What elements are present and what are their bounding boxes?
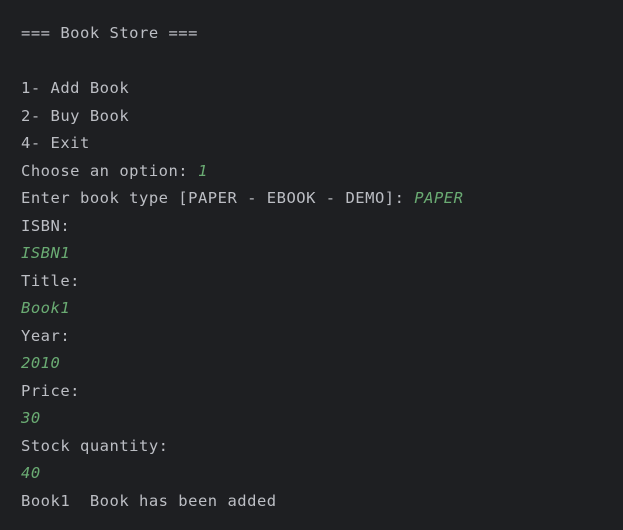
choose-option-input: 1 [197,161,208,180]
book-type-input: PAPER [414,189,464,207]
menu-item-buy-book: 2- Buy Book [21,106,130,125]
menu-item-exit: 4- Exit [21,134,90,152]
price-input: 30 [21,409,41,427]
isbn-prompt: ISBN: [21,216,71,235]
year-prompt: Year: [21,326,71,345]
console-output: === Book Store === 1- Add Book 2- Buy Bo… [21,20,613,515]
menu-item-add-book: 1- Add Book [21,79,130,97]
choose-option-line: Choose an option: 1 [21,158,613,186]
result-message: Book1 Book has been added [21,491,277,510]
year-input: 2010 [21,354,61,372]
book-type-line: Enter book type [PAPER - EBOOK - DEMO]: … [21,185,613,213]
header-text: === Book Store === [21,24,198,42]
stock-input: 40 [21,464,41,482]
stock-prompt: Stock quantity: [21,436,169,455]
book-type-prompt: Enter book type [PAPER - EBOOK - DEMO]: [21,189,415,207]
title-input: Book1 [21,299,71,317]
price-prompt: Price: [21,381,80,400]
console-window: { "console": { "header": "=== Book Store… [0,0,623,530]
choose-option-prompt: Choose an option: [21,161,198,180]
isbn-input: ISBN1 [21,244,71,262]
title-prompt: Title: [21,271,80,290]
